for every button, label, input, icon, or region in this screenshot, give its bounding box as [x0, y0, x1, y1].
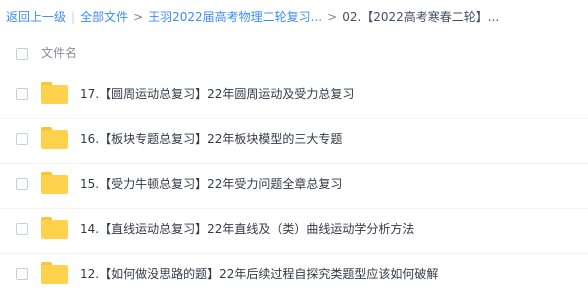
folder-icon: [41, 82, 68, 104]
folder-row[interactable]: 15.【受力牛顿总复习】22年受力问题全章总复习: [0, 163, 588, 207]
folder-icon: [41, 127, 68, 149]
select-all-checkbox[interactable]: [16, 48, 28, 60]
folder-icon: [41, 172, 68, 194]
folder-name[interactable]: 14.【直线运动总复习】22年直线及（类）曲线运动学分析方法: [80, 220, 414, 237]
back-link[interactable]: 返回上一级: [6, 10, 66, 24]
row-checkbox[interactable]: [16, 223, 28, 235]
row-checkbox[interactable]: [16, 133, 28, 145]
folder-row[interactable]: 17.【圆周运动总复习】22年圆周运动及受力总复习: [0, 73, 588, 117]
folder-row[interactable]: 14.【直线运动总复习】22年直线及（类）曲线运动学分析方法: [0, 208, 588, 252]
folder-name[interactable]: 17.【圆周运动总复习】22年圆周运动及受力总复习: [80, 85, 354, 102]
folder-icon: [41, 217, 68, 239]
breadcrumb-item-all-files[interactable]: 全部文件: [80, 10, 128, 24]
folder-icon: [41, 262, 68, 284]
breadcrumb-arrow: >: [133, 10, 144, 24]
breadcrumb: 返回上一级 | 全部文件 > 王羽2022届高考物理二轮复习... >02.【2022高考…: [6, 6, 499, 28]
breadcrumb-arrow: >: [327, 10, 338, 24]
row-checkbox[interactable]: [16, 88, 28, 100]
column-header-filename[interactable]: 文件名: [41, 44, 77, 61]
folder-row[interactable]: 16.【板块专题总复习】22年板块模型的三大专题: [0, 118, 588, 162]
folder-name[interactable]: 12.【如何做没思路的题】22年后续过程自探究类题型应该如何破解: [80, 265, 438, 282]
breadcrumb-separator: |: [71, 10, 76, 24]
folder-name[interactable]: 16.【板块专题总复习】22年板块模型的三大专题: [80, 130, 342, 147]
folder-name[interactable]: 15.【受力牛顿总复习】22年受力问题全章总复习: [80, 175, 342, 192]
breadcrumb-item-current: 02.【2022高考寒春二轮】...: [342, 10, 500, 24]
row-checkbox[interactable]: [16, 268, 28, 280]
breadcrumb-item-course-folder[interactable]: 王羽2022届高考物理二轮复习...: [148, 10, 322, 24]
row-checkbox[interactable]: [16, 178, 28, 190]
folder-row[interactable]: 12.【如何做没思路的题】22年后续过程自探究类题型应该如何破解: [0, 253, 588, 297]
list-header: 文件名: [0, 38, 588, 68]
